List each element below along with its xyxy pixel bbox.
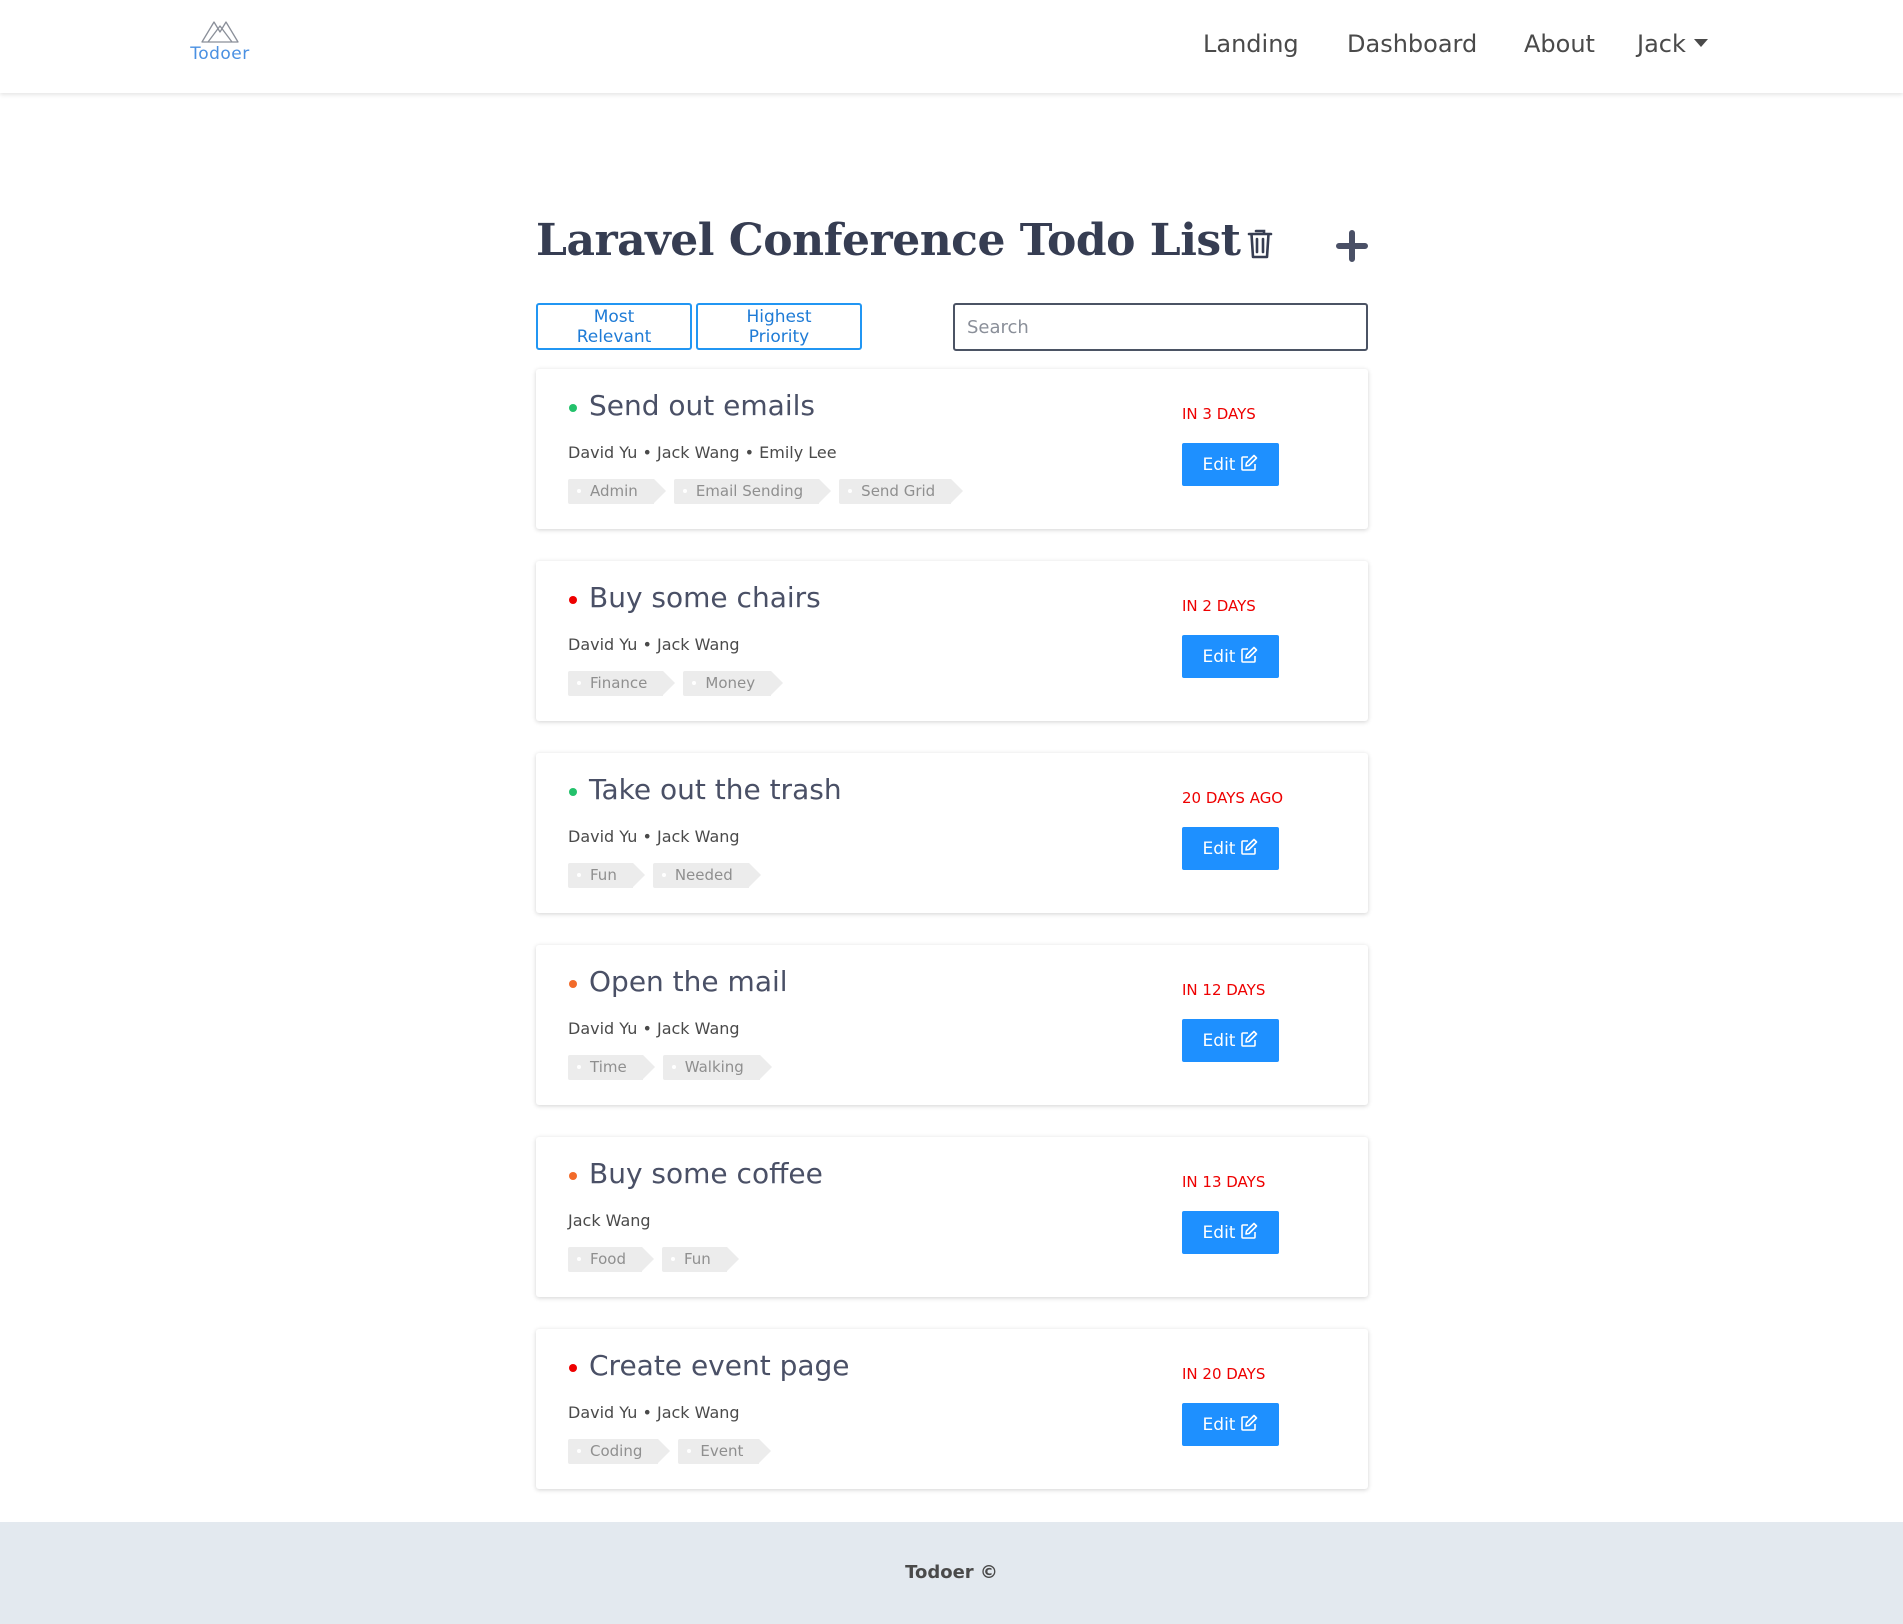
search-input[interactable] (953, 303, 1368, 351)
todo-card: Take out the trash David Yu • Jack Wang Fu… (536, 753, 1368, 913)
tag[interactable]: Event (678, 1439, 772, 1464)
mountain-logo-icon (201, 21, 239, 43)
tag[interactable]: Needed (652, 863, 761, 888)
priority-dot-icon (569, 788, 577, 796)
edit-button[interactable]: Edit (1182, 443, 1279, 486)
tag[interactable]: Coding (568, 1439, 671, 1464)
trash-icon[interactable] (1247, 228, 1273, 260)
todo-assignees: David Yu • Jack Wang (568, 635, 740, 654)
due-date-label: IN 12 DAYS (1182, 981, 1266, 999)
todo-card: Send out emails David Yu • Jack Wang • Em… (536, 369, 1368, 529)
todo-tags: Coding Event (568, 1439, 779, 1464)
footer: Todoer © (0, 1522, 1903, 1624)
due-date-label: IN 3 DAYS (1182, 405, 1256, 423)
edit-button-label: Edit (1202, 1414, 1236, 1435)
nav-landing-link[interactable]: Landing (1203, 30, 1299, 58)
priority-dot-icon (569, 1364, 577, 1372)
filter-controls: Most Relevant Highest Priority (536, 303, 1368, 358)
todo-title: Buy some chairs (589, 581, 821, 614)
tag[interactable]: Food (568, 1247, 654, 1272)
brand-name: Todoer (190, 44, 250, 64)
due-date-label: IN 2 DAYS (1182, 597, 1256, 615)
edit-button[interactable]: Edit (1182, 635, 1279, 678)
todo-tags: Fun Needed (568, 863, 769, 888)
caret-down-icon (1693, 39, 1708, 47)
edit-button[interactable]: Edit (1182, 1403, 1279, 1446)
todo-assignees: David Yu • Jack Wang • Emily Lee (568, 443, 837, 462)
nav-dashboard-link[interactable]: Dashboard (1347, 30, 1477, 58)
edit-button-label: Edit (1202, 454, 1236, 475)
edit-icon (1241, 1222, 1258, 1239)
todo-card: Buy some chairs David Yu • Jack Wang Finan… (536, 561, 1368, 721)
edit-button-label: Edit (1202, 646, 1236, 667)
page-title: Laravel Conference Todo List (536, 215, 1273, 266)
todo-assignees: Jack Wang (568, 1211, 651, 1230)
nav-about-link[interactable]: About (1524, 30, 1595, 58)
most-relevant-button[interactable]: Most Relevant (536, 303, 692, 350)
plus-icon[interactable] (1336, 230, 1368, 262)
page-title-text: Laravel Conference Todo List (536, 215, 1241, 266)
brand-link[interactable]: Todoer (186, 18, 254, 64)
tag[interactable]: Finance (568, 671, 676, 696)
priority-dot-icon (569, 980, 577, 988)
todo-card: Open the mail David Yu • Jack Wang Time Wal… (536, 945, 1368, 1105)
tag[interactable]: Walking (662, 1055, 772, 1080)
title-row: Laravel Conference Todo List (536, 200, 1368, 300)
tag[interactable]: Admin (568, 479, 666, 504)
due-date-label: 20 DAYS AGO (1182, 789, 1284, 807)
tag[interactable]: Send Grid (839, 479, 964, 504)
tag[interactable]: Money (683, 671, 783, 696)
todo-title: Buy some coffee (589, 1157, 823, 1190)
edit-button-label: Edit (1202, 1030, 1236, 1051)
todo-title: Take out the trash (589, 773, 842, 806)
navbar: Todoer Landing Dashboard About Jack (0, 0, 1903, 93)
edit-icon (1241, 1414, 1258, 1431)
todo-tags: Food Fun (568, 1247, 747, 1272)
edit-icon (1241, 646, 1258, 663)
due-date-label: IN 20 DAYS (1182, 1365, 1266, 1383)
tag[interactable]: Fun (661, 1247, 739, 1272)
priority-dot-icon (569, 1172, 577, 1180)
priority-dot-icon (569, 596, 577, 604)
todo-title: Open the mail (589, 965, 788, 998)
tag[interactable]: Time (568, 1055, 655, 1080)
todo-tags: Time Walking (568, 1055, 780, 1080)
due-date-label: IN 13 DAYS (1182, 1173, 1266, 1191)
edit-button-label: Edit (1202, 838, 1236, 859)
todo-assignees: David Yu • Jack Wang (568, 1019, 740, 1038)
footer-text: Todoer © (905, 1562, 998, 1583)
user-name: Jack (1637, 30, 1686, 58)
todo-tags: Finance Money (568, 671, 791, 696)
tag[interactable]: Email Sending (673, 479, 832, 504)
edit-button[interactable]: Edit (1182, 1211, 1279, 1254)
priority-dot-icon (569, 404, 577, 412)
edit-icon (1241, 454, 1258, 471)
todo-tags: Admin Email Sending Send Grid (568, 479, 971, 504)
main-content: Laravel Conference Todo List Most Releva… (536, 200, 1368, 1489)
todo-card: Buy some coffee Jack Wang Food Fun IN 13 DAY… (536, 1137, 1368, 1297)
edit-button-label: Edit (1202, 1222, 1236, 1243)
todo-card: Create event page David Yu • Jack Wang Cod… (536, 1329, 1368, 1489)
edit-icon (1241, 1030, 1258, 1047)
user-menu-dropdown[interactable]: Jack (1637, 30, 1708, 58)
todo-assignees: David Yu • Jack Wang (568, 1403, 740, 1422)
highest-priority-button[interactable]: Highest Priority (696, 303, 862, 350)
todo-title: Send out emails (589, 389, 815, 422)
tag[interactable]: Fun (568, 863, 645, 888)
edit-icon (1241, 838, 1258, 855)
todo-list: Send out emails David Yu • Jack Wang • Em… (536, 369, 1368, 1521)
todo-title: Create event page (589, 1349, 850, 1382)
todo-assignees: David Yu • Jack Wang (568, 827, 740, 846)
edit-button[interactable]: Edit (1182, 1019, 1279, 1062)
edit-button[interactable]: Edit (1182, 827, 1279, 870)
